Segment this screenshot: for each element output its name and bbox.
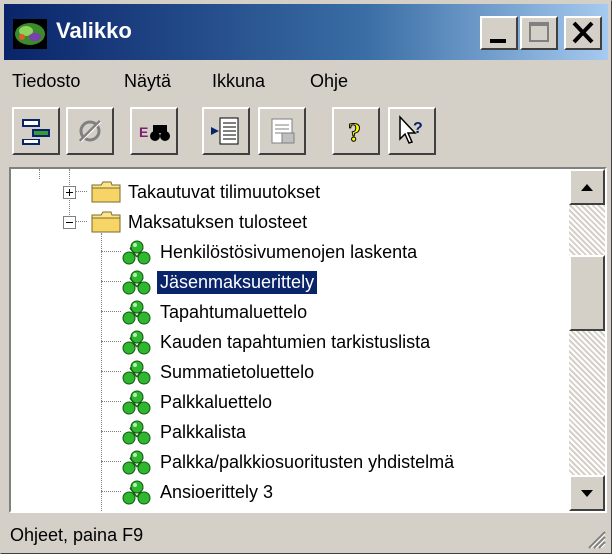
help-button[interactable]: ?: [332, 107, 380, 155]
window-title: Valikko: [56, 18, 132, 43]
collapse-icon[interactable]: [63, 216, 76, 229]
scroll-thumb[interactable]: [569, 255, 605, 331]
vertical-scrollbar[interactable]: [569, 169, 605, 511]
menu-tiedosto[interactable]: Tiedosto: [12, 71, 80, 92]
report-node-icon: [122, 240, 151, 265]
disabled-action-icon: [78, 119, 102, 143]
menu-bar: Tiedosto Näytä Ikkuna Ohje: [4, 63, 608, 99]
folder-icon: [91, 211, 121, 233]
scroll-down-button[interactable]: [569, 475, 605, 511]
help-icon: ?: [348, 118, 362, 148]
svg-text:?: ?: [348, 118, 361, 147]
tree-folder-label: Takautuvat tilimuutokset: [128, 182, 321, 202]
indent-list-button[interactable]: [202, 107, 250, 155]
report-node-icon: [122, 300, 151, 325]
tree-content: Takautuvat tilimuutokset Maksatuksen tul…: [11, 169, 571, 511]
tree-item-label: Palkka/palkkiosuoritusten yhdistelmä: [160, 452, 455, 472]
report-node-icon: [122, 480, 151, 505]
tree-item-label: Tapahtumaluettelo: [160, 302, 308, 322]
properties-button[interactable]: [258, 107, 306, 155]
tree-item[interactable]: Summatietoluettelo: [11, 357, 571, 387]
tree-folder-takautuvat[interactable]: Takautuvat tilimuutokset: [11, 177, 571, 207]
tree-view-button[interactable]: [12, 107, 60, 155]
toolbar: E ? ?: [4, 103, 608, 163]
tree-item-label: Palkkalista: [160, 422, 247, 442]
scroll-up-button[interactable]: [569, 169, 605, 205]
disabled-action-button[interactable]: [66, 107, 114, 155]
tree-item-label: Henkilöstösivumenojen laskenta: [160, 242, 418, 262]
arrow-down-icon: [581, 490, 593, 497]
tree-item[interactable]: Palkkaluettelo: [11, 387, 571, 417]
svg-text:?: ?: [413, 120, 423, 137]
tree-item[interactable]: Ansioerittely 3: [11, 477, 571, 507]
tree-item[interactable]: Tapahtumaluettelo: [11, 297, 571, 327]
maximize-icon: [529, 22, 549, 42]
tree-item-label: Palkkaluettelo: [160, 392, 273, 412]
report-node-icon: [122, 330, 151, 355]
tree-item[interactable]: Palkka/palkkiosuoritusten yhdistelmä: [11, 447, 571, 477]
tree-item-label: Jäsenmaksuerittely: [155, 270, 319, 295]
tree-view[interactable]: Takautuvat tilimuutokset Maksatuksen tul…: [9, 167, 607, 513]
tree-item[interactable]: Palkkalista: [11, 417, 571, 447]
main-window: Valikko Tiedosto Näytä Ikkuna Ohje E ? ?…: [0, 0, 612, 554]
close-icon: [572, 21, 594, 44]
arrow-up-icon: [581, 184, 593, 191]
tree-item-label: Ansioerittely 3: [160, 482, 274, 502]
find-icon: E: [139, 124, 170, 141]
report-node-icon: [122, 390, 151, 415]
context-help-button[interactable]: ?: [388, 107, 436, 155]
tree-item-label: Summatietoluettelo: [160, 362, 315, 382]
tree-item[interactable]: Jäsenmaksuerittely: [11, 267, 571, 297]
title-bar[interactable]: Valikko: [4, 4, 608, 60]
indent-list-icon: [211, 117, 239, 145]
svg-text:E: E: [139, 124, 148, 140]
app-icon: [13, 19, 47, 49]
menu-ikkuna[interactable]: Ikkuna: [212, 71, 265, 92]
maximize-button[interactable]: [520, 16, 558, 50]
close-button[interactable]: [564, 16, 602, 50]
tree-item[interactable]: Henkilöstösivumenojen laskenta: [11, 237, 571, 267]
report-node-icon: [122, 450, 151, 475]
tree-view-icon: [22, 119, 50, 145]
tree-item[interactable]: Kauden tapahtumien tarkistuslista: [11, 327, 571, 357]
minimize-icon: [490, 39, 506, 43]
report-node-icon: [122, 270, 151, 295]
folder-icon: [91, 181, 121, 203]
menu-nayta[interactable]: Näytä: [124, 71, 171, 92]
resize-grip-icon[interactable]: [584, 527, 606, 549]
find-button[interactable]: E: [130, 107, 178, 155]
status-text: Ohjeet, paina F9: [10, 525, 144, 545]
report-node-icon: [122, 360, 151, 385]
tree-folder-maksatuksen[interactable]: Maksatuksen tulosteet: [11, 207, 571, 237]
menu-ohje[interactable]: Ohje: [310, 71, 348, 92]
properties-icon: [271, 118, 295, 144]
tree-item-label: Kauden tapahtumien tarkistuslista: [160, 332, 431, 352]
context-help-icon: ?: [399, 115, 423, 144]
status-bar: Ohjeet, paina F9: [4, 519, 608, 551]
expand-icon[interactable]: [63, 186, 76, 199]
tree-folder-label: Maksatuksen tulosteet: [128, 212, 308, 232]
minimize-button[interactable]: [480, 16, 518, 50]
report-node-icon: [122, 420, 151, 445]
